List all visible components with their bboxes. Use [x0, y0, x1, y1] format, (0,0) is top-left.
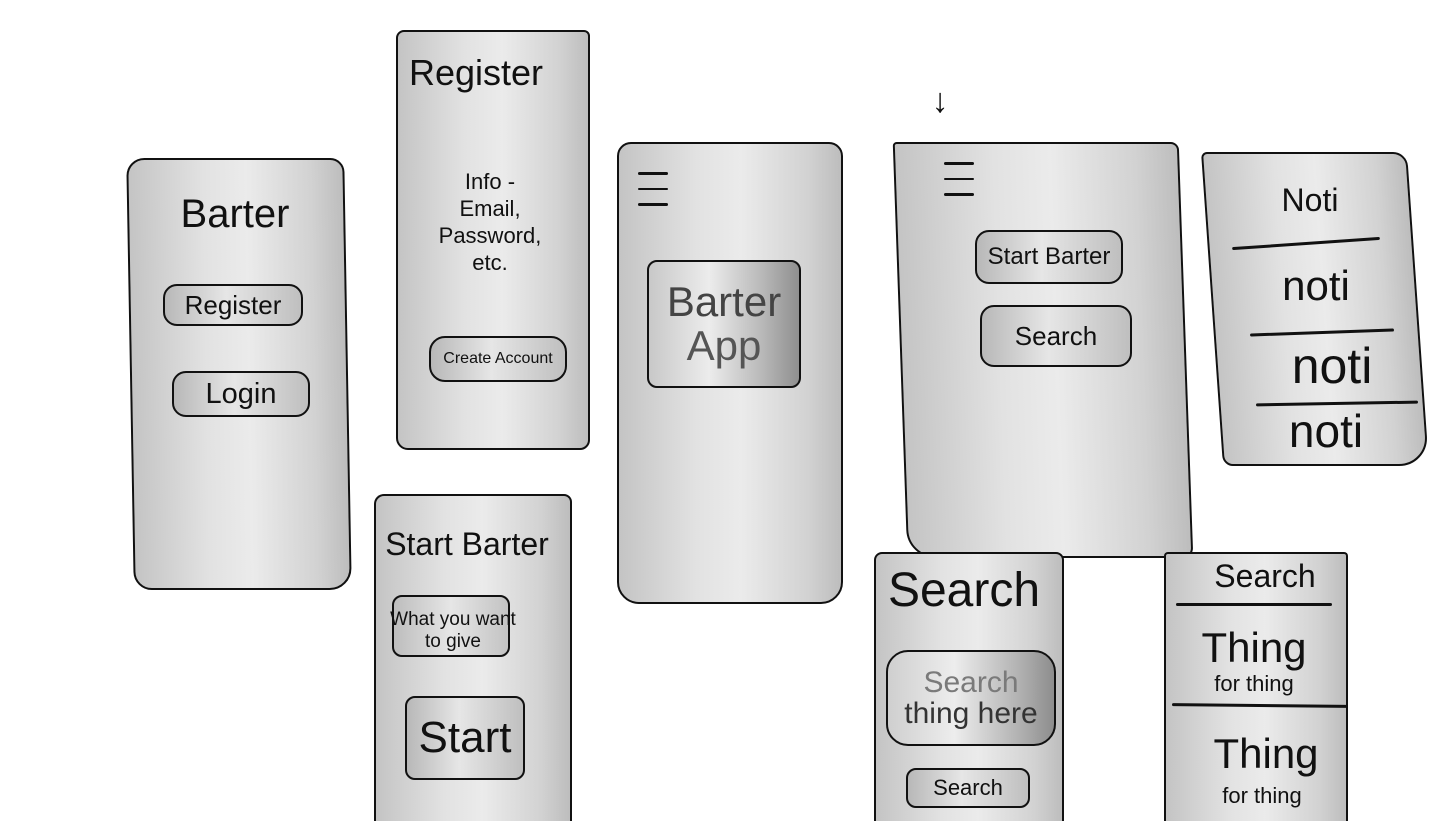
- register-info-line-3: Password,: [438, 223, 542, 248]
- register-info-line-4: etc.: [472, 250, 508, 275]
- register-info-line-1: Info -: [464, 169, 516, 194]
- down-arrow-icon: ↓: [931, 82, 949, 120]
- register-info-line-2: Email,: [459, 196, 521, 221]
- give-item-label-line-1: What you want: [390, 609, 516, 630]
- login-screen-title: Barter: [180, 192, 290, 236]
- search-button[interactable]: Search: [980, 305, 1132, 367]
- results-divider: [1176, 603, 1332, 606]
- app-logo-line-1: Barter: [666, 277, 782, 325]
- give-item-label-line-2: to give: [425, 631, 481, 652]
- result-item-subtitle: for thing: [1222, 783, 1302, 808]
- create-account-button[interactable]: Create Account: [429, 336, 567, 382]
- search-input[interactable]: Search thing here: [886, 650, 1056, 746]
- menu-icon[interactable]: [944, 162, 974, 204]
- search-input-placeholder-line-1: Search: [923, 665, 1019, 699]
- result-item-title[interactable]: Thing: [1184, 625, 1324, 670]
- notifications-title: Noti: [1281, 182, 1339, 218]
- start-barter-screen-title: Start Barter: [385, 526, 549, 562]
- menu-icon[interactable]: [638, 172, 668, 214]
- start-barter-button[interactable]: Start Barter: [975, 230, 1123, 284]
- search-screen-title: Search: [887, 564, 1041, 617]
- results-screen-title: Search: [1214, 558, 1316, 594]
- search-submit-button[interactable]: Search: [906, 768, 1030, 808]
- app-logo: Barter App: [647, 260, 801, 388]
- result-item-subtitle: for thing: [1214, 671, 1294, 696]
- notification-item[interactable]: noti: [1246, 263, 1386, 308]
- notification-item[interactable]: noti: [1262, 340, 1402, 393]
- search-input-placeholder-line-2: thing here: [904, 697, 1038, 730]
- register-button[interactable]: Register: [163, 284, 303, 326]
- result-item-title[interactable]: Thing: [1196, 731, 1336, 776]
- notification-item[interactable]: noti: [1256, 407, 1396, 456]
- start-button[interactable]: Start: [405, 696, 525, 780]
- app-logo-line-2: App: [686, 322, 762, 369]
- register-screen-title: Register: [408, 52, 544, 93]
- login-button[interactable]: Login: [172, 371, 310, 417]
